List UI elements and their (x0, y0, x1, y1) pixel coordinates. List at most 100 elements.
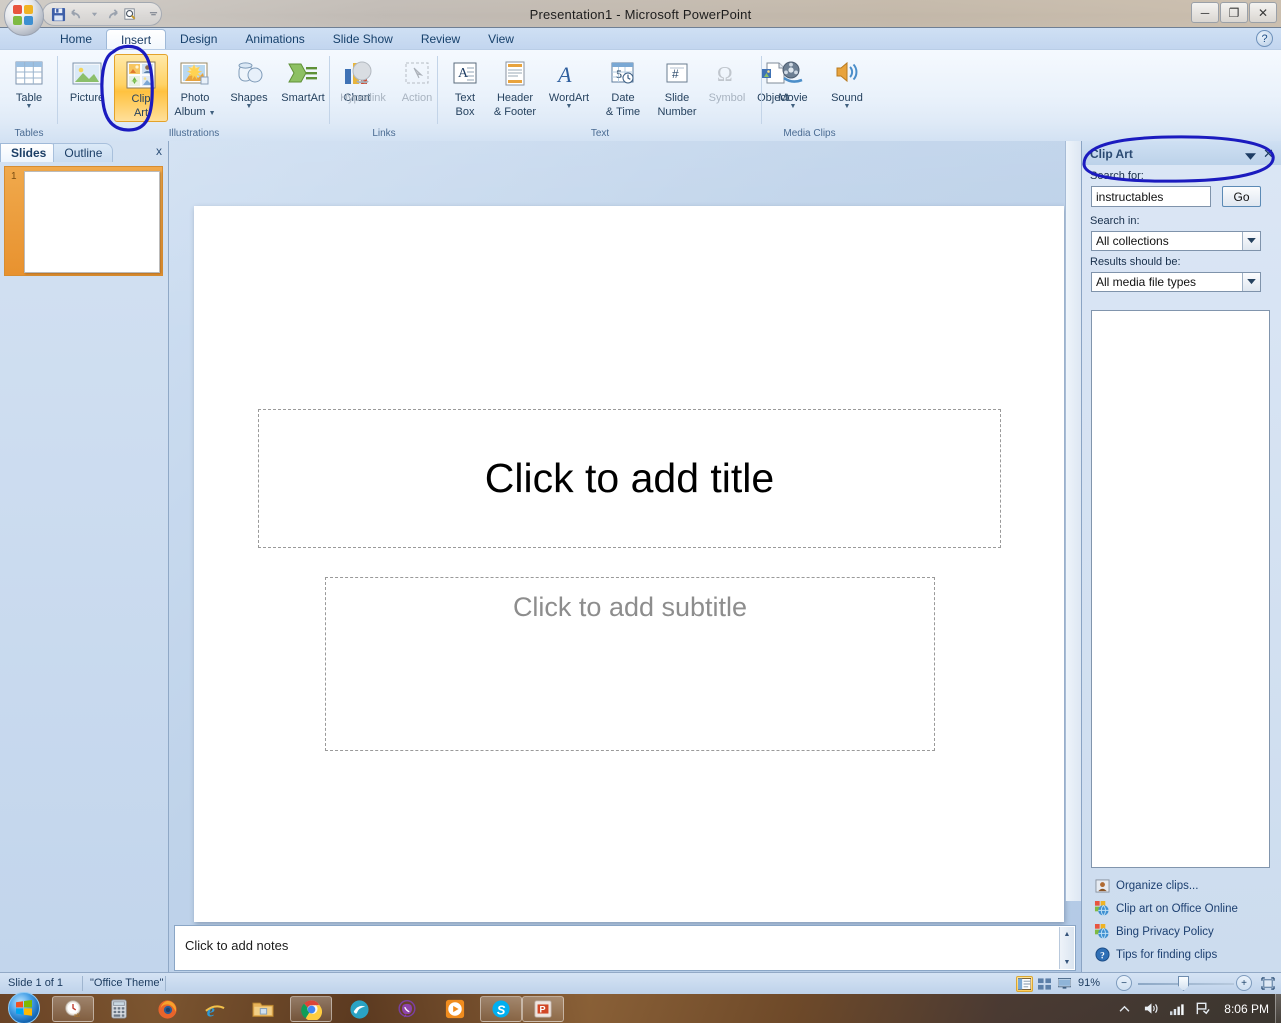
windows-taskbar: ab e S P 8:06 PM (0, 992, 1281, 1023)
notes-scroll-up-icon[interactable]: ▲ (1060, 927, 1074, 941)
taskbar-maxthon-browser[interactable] (338, 996, 380, 1022)
ribbon-button-smartart[interactable]: SmartArt (276, 54, 330, 122)
ribbon-button-sound[interactable]: Sound ▼ (820, 54, 874, 122)
search-in-dropdown-icon[interactable] (1242, 232, 1260, 250)
taskbar-calculator[interactable] (98, 996, 140, 1022)
ribbon-button-wordart[interactable]: A WordArt ▼ (542, 54, 596, 122)
ribbon-button-clip-art[interactable]: Clip Art (114, 54, 168, 122)
ribbon-button-header-footer[interactable]: Header & Footer (488, 54, 542, 122)
normal-view-button[interactable] (1016, 976, 1033, 992)
print-preview-icon[interactable] (123, 5, 138, 23)
search-input[interactable] (1091, 186, 1211, 207)
tab-insert[interactable]: Insert (106, 29, 167, 49)
taskbar-internet-explorer[interactable]: e (194, 996, 236, 1022)
taskbar-windows-explorer[interactable] (242, 996, 284, 1022)
slide-thumbnail-selected[interactable]: 1 (4, 166, 163, 276)
shapes-dropdown-icon[interactable]: ▼ (246, 103, 253, 110)
link-bing-privacy-policy[interactable]: Bing Privacy Policy (1093, 920, 1279, 943)
ribbon-button-table[interactable]: Table ▼ (2, 54, 56, 122)
restore-button[interactable]: ❐ (1220, 2, 1248, 23)
office-online-icon (1093, 901, 1111, 917)
action-center-flag-icon[interactable] (1194, 1000, 1211, 1017)
close-button[interactable]: ✕ (1249, 2, 1277, 23)
save-icon[interactable] (51, 5, 66, 23)
ribbon-button-text-box[interactable]: A Text Box (442, 54, 488, 122)
clip-art-links: Organize clips... Clip art on Office Onl… (1093, 874, 1279, 966)
tab-animations[interactable]: Animations (231, 29, 318, 49)
ribbon-button-photo-album[interactable]: Photo Album ▼ (168, 54, 222, 122)
redo-icon[interactable] (105, 5, 120, 23)
minimize-button[interactable]: ─ (1191, 2, 1219, 23)
ribbon-button-picture[interactable]: Picture (60, 54, 114, 122)
notes-scrollbar[interactable]: ▲ ▼ (1059, 927, 1074, 969)
slide-sorter-view-button[interactable] (1036, 976, 1053, 992)
task-pane-close-icon[interactable]: ✕ (1263, 146, 1274, 162)
taskbar-media-player[interactable] (434, 996, 476, 1022)
notes-pane[interactable]: Click to add notes ▲ ▼ (174, 925, 1076, 971)
task-pane-title: Clip Art (1090, 147, 1133, 161)
title-placeholder[interactable]: Click to add title (258, 409, 1001, 548)
svg-text:P: P (540, 1004, 546, 1014)
slide-show-view-button[interactable] (1056, 976, 1073, 992)
tab-outline[interactable]: Outline (53, 143, 114, 162)
task-pane-dropdown-icon[interactable] (1245, 150, 1256, 164)
status-slide-count: Slide 1 of 1 (8, 977, 64, 989)
taskbar-viber[interactable] (386, 996, 428, 1022)
clip-art-results-area[interactable] (1091, 310, 1270, 868)
taskbar-clock[interactable]: 8:06 PM (1224, 1002, 1269, 1016)
network-signal-icon[interactable] (1168, 1000, 1185, 1017)
go-button[interactable]: Go (1222, 186, 1261, 207)
volume-icon[interactable] (1142, 1000, 1159, 1017)
tab-home[interactable]: Home (46, 29, 106, 49)
tab-slide-show[interactable]: Slide Show (319, 29, 407, 49)
close-slides-pane-icon[interactable]: x (156, 144, 162, 158)
table-dropdown-icon[interactable]: ▼ (26, 103, 33, 110)
help-tips-icon: ? (1093, 947, 1111, 963)
taskbar-clock-app[interactable]: ab (52, 996, 94, 1022)
results-type-combobox[interactable]: All media file types (1091, 272, 1261, 292)
status-separator (82, 976, 83, 991)
show-desktop-button[interactable] (1275, 994, 1281, 1023)
start-button[interactable] (8, 992, 40, 1023)
link-tips-for-finding-clips[interactable]: ? Tips for finding clips (1093, 943, 1279, 966)
undo-dropdown-icon[interactable] (87, 5, 102, 23)
sound-dropdown-icon[interactable]: ▼ (844, 103, 851, 110)
link-clip-art-office-online[interactable]: Clip art on Office Online (1093, 897, 1279, 920)
slide-canvas[interactable]: Click to add title Click to add subtitle (194, 206, 1064, 922)
ribbon-button-date-time[interactable]: 5 Date & Time (596, 54, 650, 122)
undo-icon[interactable] (69, 5, 84, 23)
fit-slide-to-window-button[interactable] (1259, 975, 1276, 991)
results-type-dropdown-icon[interactable] (1242, 273, 1260, 291)
taskbar-firefox[interactable] (146, 996, 188, 1022)
ribbon-button-shapes[interactable]: Shapes ▼ (222, 54, 276, 122)
notes-scroll-down-icon[interactable]: ▼ (1060, 955, 1074, 969)
notes-placeholder-text: Click to add notes (185, 938, 289, 953)
taskbar-skype[interactable]: S (480, 996, 522, 1022)
link-organize-clips[interactable]: Organize clips... (1093, 874, 1279, 897)
ribbon-button-slide-number[interactable]: # Slide Number (650, 54, 704, 122)
ribbon-button-hyperlink[interactable]: Hyperlink (336, 54, 390, 122)
zoom-out-button[interactable]: − (1116, 975, 1132, 991)
movie-dropdown-icon[interactable]: ▼ (790, 103, 797, 110)
ribbon-button-action[interactable]: Action (390, 54, 444, 122)
link-label: Tips for finding clips (1116, 948, 1218, 961)
customize-qat-icon[interactable] (147, 5, 162, 23)
zoom-slider-thumb[interactable] (1178, 976, 1189, 991)
help-icon[interactable]: ? (1256, 30, 1273, 47)
photo-album-dropdown-icon[interactable]: ▼ (209, 110, 216, 117)
show-hidden-icons-icon[interactable] (1116, 1000, 1133, 1017)
ribbon-button-symbol[interactable]: Ω Symbol (704, 54, 750, 122)
taskbar-powerpoint[interactable]: P (522, 996, 564, 1022)
subtitle-placeholder[interactable]: Click to add subtitle (325, 577, 935, 751)
taskbar-google-chrome[interactable] (290, 996, 332, 1022)
tab-view[interactable]: View (474, 29, 528, 49)
wordart-dropdown-icon[interactable]: ▼ (566, 103, 573, 110)
tab-review[interactable]: Review (407, 29, 474, 49)
search-in-combobox[interactable]: All collections (1091, 231, 1261, 251)
tab-slides[interactable]: Slides (0, 143, 58, 162)
ribbon-button-movie[interactable]: Movie ▼ (766, 54, 820, 122)
zoom-in-button[interactable]: + (1236, 975, 1252, 991)
slide-vertical-scrollbar[interactable] (1065, 141, 1081, 901)
status-theme-name: "Office Theme" (90, 977, 164, 989)
tab-design[interactable]: Design (166, 29, 231, 49)
